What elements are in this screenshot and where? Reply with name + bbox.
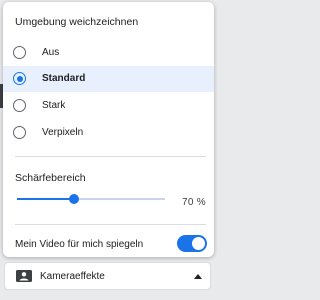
- divider: [15, 156, 206, 157]
- camera-effects-button[interactable]: Kameraeffekte: [4, 262, 211, 290]
- blur-section-title: Umgebung weichzeichnen: [15, 16, 139, 28]
- blur-option-label: Standard: [42, 73, 86, 84]
- radio-standard[interactable]: [13, 72, 26, 85]
- toggle-knob: [192, 237, 205, 250]
- mirror-video-toggle[interactable]: [177, 235, 207, 252]
- radio-off[interactable]: [13, 46, 26, 59]
- camera-effects-label: Kameraeffekte: [40, 271, 105, 282]
- blur-option-standard[interactable]: Standard: [3, 66, 214, 92]
- divider: [15, 224, 206, 225]
- sharpness-slider[interactable]: [17, 191, 165, 207]
- caret-up-icon: [194, 274, 202, 279]
- blur-option-strong[interactable]: Stark: [3, 93, 214, 119]
- slider-fill: [17, 198, 74, 200]
- radio-strong[interactable]: [13, 99, 26, 112]
- blur-option-off[interactable]: Aus: [3, 40, 214, 66]
- blur-option-pixelate[interactable]: Verpixeln: [3, 120, 214, 146]
- blur-option-label: Verpixeln: [42, 127, 84, 138]
- blur-option-label: Aus: [42, 47, 60, 58]
- blur-option-label: Stark: [42, 100, 66, 111]
- mirror-video-label: Mein Video für mich spiegeln: [15, 239, 144, 250]
- slider-thumb[interactable]: [68, 194, 79, 204]
- sharpness-section-title: Schärfebereich: [15, 172, 86, 184]
- camera-effects-icon: [16, 270, 32, 282]
- camera-effects-popup: Umgebung weichzeichnen Aus Standard Star…: [3, 2, 214, 257]
- sharpness-value: 70 %: [182, 197, 206, 208]
- radio-pixelate[interactable]: [13, 126, 26, 139]
